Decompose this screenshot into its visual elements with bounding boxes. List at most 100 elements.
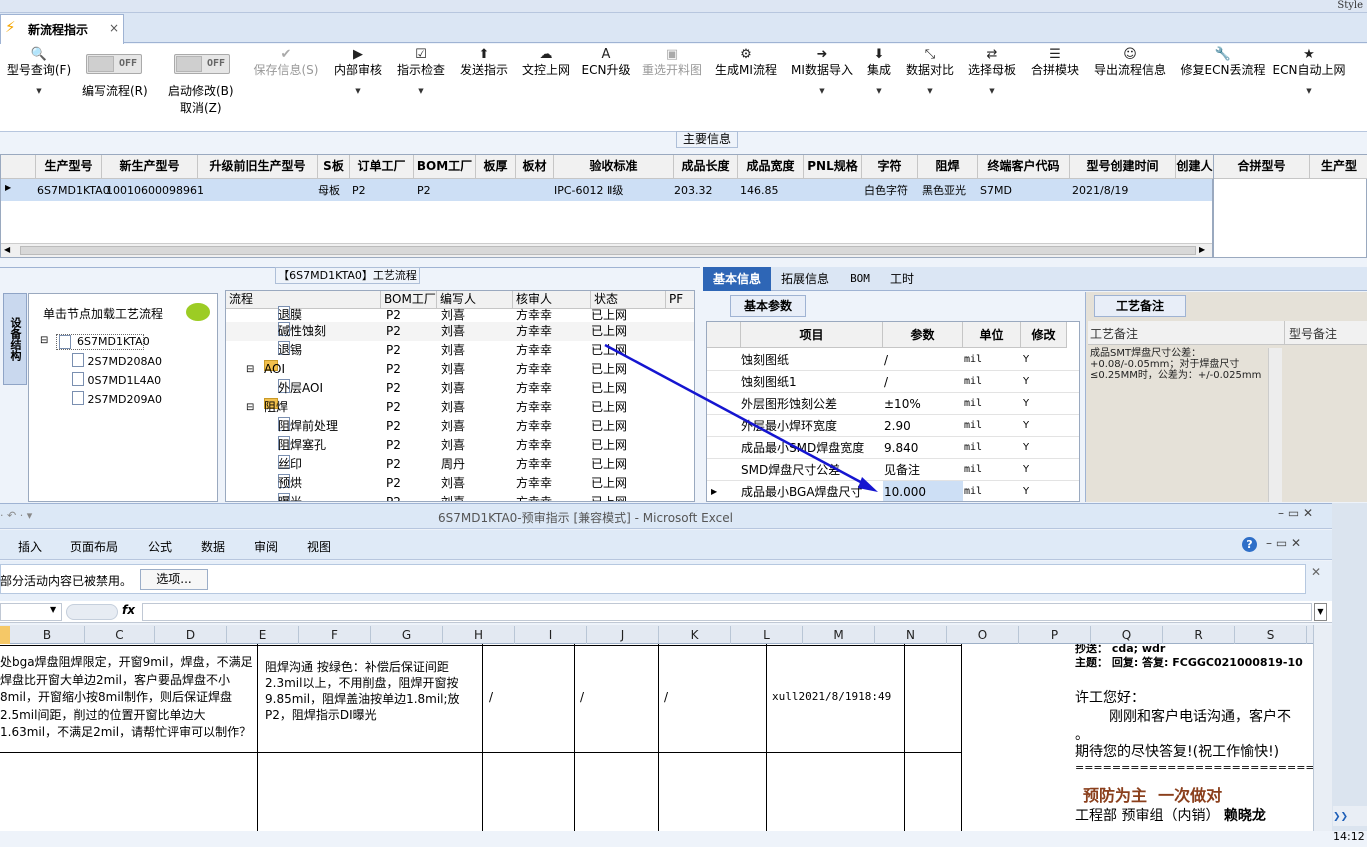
side-tab-equipment[interactable]: 设备结构 — [3, 293, 27, 385]
col-header[interactable]: BOM工厂 — [414, 155, 476, 179]
cell-timestamp[interactable]: xull2021/8/1918:49 — [772, 690, 891, 703]
merge-module-button[interactable]: ☰ 合拼模块 — [1027, 48, 1083, 77]
column-header[interactable]: P — [1019, 626, 1091, 644]
column-header[interactable]: L — [731, 626, 803, 644]
table-cell[interactable]: 母板 — [315, 180, 340, 202]
ribbon-tab-page-layout[interactable]: 页面布局 — [70, 538, 118, 555]
tree-node-root[interactable]: 6S7MD1KTA0 — [56, 334, 150, 350]
workbook-controls[interactable]: – ▭ ✕ — [1266, 536, 1301, 550]
undo-redo-icons[interactable]: · ↶ · ▾ — [0, 509, 32, 522]
tree-node[interactable]: 2S7MD208A0 — [72, 353, 162, 368]
options-button[interactable]: 选项... — [140, 569, 208, 590]
column-header[interactable]: Q — [1091, 626, 1163, 644]
doc-control-online-button[interactable]: ☁ 文控上网 — [518, 48, 574, 77]
tab-extended-info[interactable]: 拓展信息 — [774, 267, 836, 291]
ribbon-tab-data[interactable]: 数据 — [201, 538, 225, 555]
col-header[interactable]: 终端客户代码 — [978, 155, 1070, 179]
column-header[interactable]: O — [947, 626, 1019, 644]
column-header[interactable]: H — [443, 626, 515, 644]
formula-tools[interactable] — [66, 604, 118, 620]
integration-button[interactable]: ⬇ 集成 ▼ — [861, 48, 897, 98]
help-icon[interactable]: ? — [1242, 537, 1257, 552]
col-header[interactable]: 创建人 — [1176, 155, 1214, 179]
col-header[interactable]: 型号创建时间 — [1070, 155, 1176, 179]
column-header[interactable]: K — [659, 626, 731, 644]
cancel-label[interactable]: 取消(Z) — [180, 99, 222, 116]
select-mother-board-button[interactable]: ⇄ 选择母板 ▼ — [964, 48, 1020, 98]
col-header[interactable]: 阻焊 — [918, 155, 978, 179]
table-cell[interactable]: 203.32 — [671, 180, 713, 202]
table-cell[interactable]: 146.85 — [737, 180, 779, 202]
tab-bom[interactable]: BOM — [840, 267, 880, 291]
save-info-button[interactable]: ✔ 保存信息(S) — [250, 48, 322, 77]
export-flow-info-button[interactable]: ☺ 导出流程信息 — [1090, 48, 1170, 77]
repair-ecn-flow-button[interactable]: 🔧 修复ECN丢流程 — [1178, 48, 1268, 77]
cell-slash[interactable]: / — [489, 690, 493, 704]
col-header[interactable]: 成品长度 — [674, 155, 738, 179]
scroll-thumb[interactable] — [20, 246, 1196, 255]
model-query-button[interactable]: 🔍 型号查询(F) ▼ — [4, 48, 74, 98]
col-header[interactable]: S板 — [318, 155, 350, 179]
col-header[interactable]: 生产型 — [1310, 155, 1367, 179]
ribbon-tab-formulas[interactable]: 公式 — [148, 538, 172, 555]
ecn-upgrade-button[interactable]: A ECN升级 — [580, 48, 632, 77]
chevron-down-icon[interactable]: ▼ — [50, 605, 56, 614]
column-header[interactable]: I — [515, 626, 587, 644]
col-header[interactable]: 成品宽度 — [738, 155, 804, 179]
column-header[interactable]: G — [371, 626, 443, 644]
ribbon-tab-insert[interactable]: 插入 — [18, 538, 42, 555]
expand-formula-icon[interactable]: ▼ — [1314, 603, 1327, 621]
col-header[interactable]: 合拼型号 — [1214, 155, 1310, 179]
start-modify-toggle[interactable]: OFF — [174, 54, 230, 74]
cell-question[interactable]: 处bga焊盘阻焊限定，开窗9mil，焊盘，不满足焊盘比开窗大单边2mil，客户要… — [0, 654, 256, 742]
table-cell[interactable]: P2 — [349, 180, 366, 202]
note-scrollbar[interactable] — [1268, 348, 1282, 502]
cell-slash[interactable]: / — [664, 690, 668, 704]
table-cell[interactable]: 2021/8/19 — [1069, 180, 1128, 202]
table-cell[interactable]: P2 — [414, 180, 431, 202]
ribbon-tab-review[interactable]: 审阅 — [254, 538, 278, 555]
ecn-auto-online-button[interactable]: ★ ECN自动上网 ▼ — [1272, 48, 1346, 98]
col-header[interactable]: 字符 — [862, 155, 918, 179]
column-header[interactable]: C — [85, 626, 155, 644]
collapse-icon[interactable]: ⊟ — [40, 335, 48, 346]
column-header[interactable]: R — [1163, 626, 1235, 644]
table-cell[interactable]: 6S7MD1KTA0 — [34, 180, 110, 202]
column-header[interactable]: M — [803, 626, 875, 644]
col-header[interactable]: PNL规格 — [804, 155, 862, 179]
speech-bubble-icon[interactable] — [186, 303, 210, 321]
table-cell[interactable]: S7MD — [977, 180, 1012, 202]
col-header[interactable]: 升级前旧生产型号 — [198, 155, 318, 179]
column-header[interactable]: E — [227, 626, 299, 644]
col-header[interactable]: 板厚 — [476, 155, 516, 179]
tab-title[interactable]: 新流程指示 — [28, 21, 88, 38]
col-header[interactable]: 验收标准 — [554, 155, 674, 179]
close-icon[interactable]: × — [109, 21, 119, 35]
table-cell[interactable]: 10010600098961 — [103, 180, 204, 202]
internal-review-button[interactable]: ▶ 内部审核 ▼ — [330, 48, 386, 98]
data-compare-button[interactable]: ⤡ 数据对比 ▼ — [902, 48, 958, 98]
column-header[interactable]: J — [587, 626, 659, 644]
edit-flow-toggle[interactable]: OFF — [86, 54, 142, 74]
col-header[interactable]: 新生产型号 — [102, 155, 198, 179]
list-item[interactable]: 碱性蚀刻 P2 刘喜 方幸幸 已上网 — [226, 322, 694, 341]
column-header[interactable]: F — [299, 626, 371, 644]
table-cell[interactable]: 白色字符 — [861, 180, 908, 202]
process-note-text[interactable]: 成品SMT焊盘尺寸公差：+0.08/-0.05mm；对于焊盘尺寸≤0.25MM时… — [1090, 348, 1266, 381]
col-header[interactable]: 板材 — [516, 155, 554, 179]
scroll-left-icon[interactable]: ◀ — [4, 245, 10, 254]
mi-data-import-button[interactable]: ➜ MI数据导入 ▼ — [787, 48, 857, 98]
formula-input[interactable] — [142, 603, 1312, 621]
column-header[interactable]: D — [155, 626, 227, 644]
tab-basic-info[interactable]: 基本信息 — [703, 267, 771, 291]
col-header[interactable]: 参数 — [883, 322, 963, 348]
column-header[interactable]: S — [1235, 626, 1307, 644]
send-indication-button[interactable]: ⬆ 发送指示 — [456, 48, 512, 77]
fx-icon[interactable]: fx — [122, 603, 135, 617]
reselect-cutting-chart-button[interactable]: ▣ 重选开料图 — [639, 48, 705, 77]
window-controls[interactable]: – ▭ ✕ — [1278, 506, 1313, 520]
col-header[interactable]: 生产型号 — [36, 155, 102, 179]
table-cell[interactable]: 黑色亚光 — [919, 180, 966, 202]
tree-node[interactable]: 2S7MD209A0 — [72, 391, 162, 406]
tree-node[interactable]: 0S7MD1L4A0 — [72, 372, 161, 387]
